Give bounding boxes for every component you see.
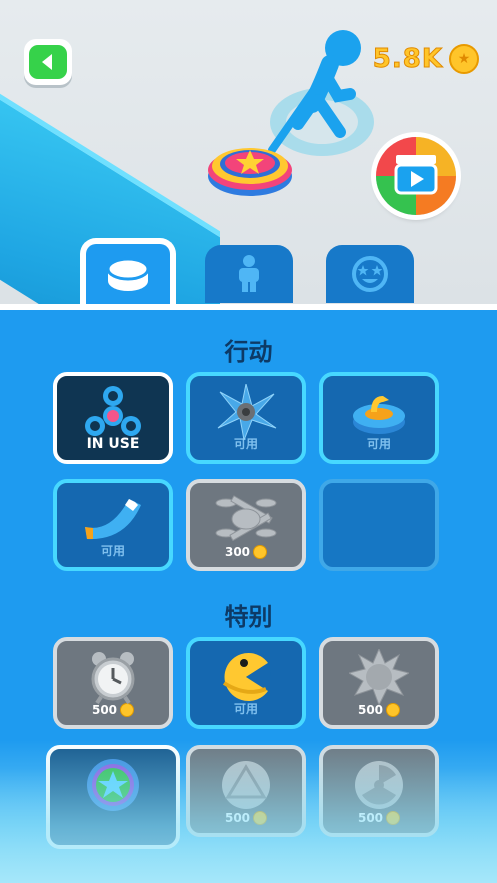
back-button[interactable] [24,39,72,85]
disc-icon [106,257,150,291]
spiked-ball-icon [344,649,414,705]
coin-balance: 5.8K ★ [372,44,479,75]
triangle-disc-icon [211,757,281,813]
item-card-drone[interactable]: 300 [186,479,306,571]
item-card-pacman[interactable]: 可用 [186,637,306,729]
boomerang-icon [78,491,148,547]
coin-icon: ★ [449,44,479,74]
coin-icon [386,811,401,825]
pacman-icon [211,649,281,705]
coin-amount: 5.8K [372,44,443,75]
tab-throwable[interactable] [80,238,176,310]
coin-icon [120,703,135,717]
price-value: 500 [91,703,118,717]
item-card-shuriken[interactable]: 可用 [186,372,306,464]
item-card-radiation-disc[interactable]: 500 [319,745,439,837]
radiation-disc-icon [344,757,414,813]
item-price: 500 [91,703,135,717]
curling-stone-icon [344,384,414,440]
section-title-special: 特别 [224,603,273,631]
item-price: 300 [224,545,268,559]
coin-icon [253,811,268,825]
item-price: 500 [357,811,401,825]
item-price: 500 [357,703,401,717]
price-value: 300 [224,545,251,559]
item-card-empty [319,479,439,571]
video-clapper-icon [376,137,456,215]
item-card-fidget-spinner[interactable]: IN USE [53,372,173,464]
coin-icon [386,703,401,717]
section-title-action: 行动 [224,338,273,366]
star-disc-icon [78,757,148,813]
shuriken-icon [211,384,281,440]
back-arrow-icon [29,45,67,79]
item-price: 500 [224,811,268,825]
price-value: 500 [357,703,384,717]
item-card-star-disc[interactable] [46,745,180,849]
item-card-spiked-ball[interactable]: 500 [319,637,439,729]
item-card-curling-stone[interactable]: 可用 [319,372,439,464]
drone-icon [211,491,281,547]
item-card-alarm-clock[interactable]: 500 [53,637,173,729]
item-card-triangle-disc[interactable]: 500 [186,745,306,837]
coin-icon [253,545,268,559]
watch-video-button[interactable] [376,137,456,215]
alarm-clock-icon [78,649,148,705]
tab-character[interactable] [205,245,293,303]
person-icon [239,255,259,292]
tab-emote[interactable] [326,245,414,303]
price-value: 500 [357,811,384,825]
fidget-spinner-icon [78,384,148,440]
star-eyes-face-icon [352,256,388,292]
item-card-boomerang[interactable]: 可用 [53,479,173,571]
price-value: 500 [224,811,251,825]
